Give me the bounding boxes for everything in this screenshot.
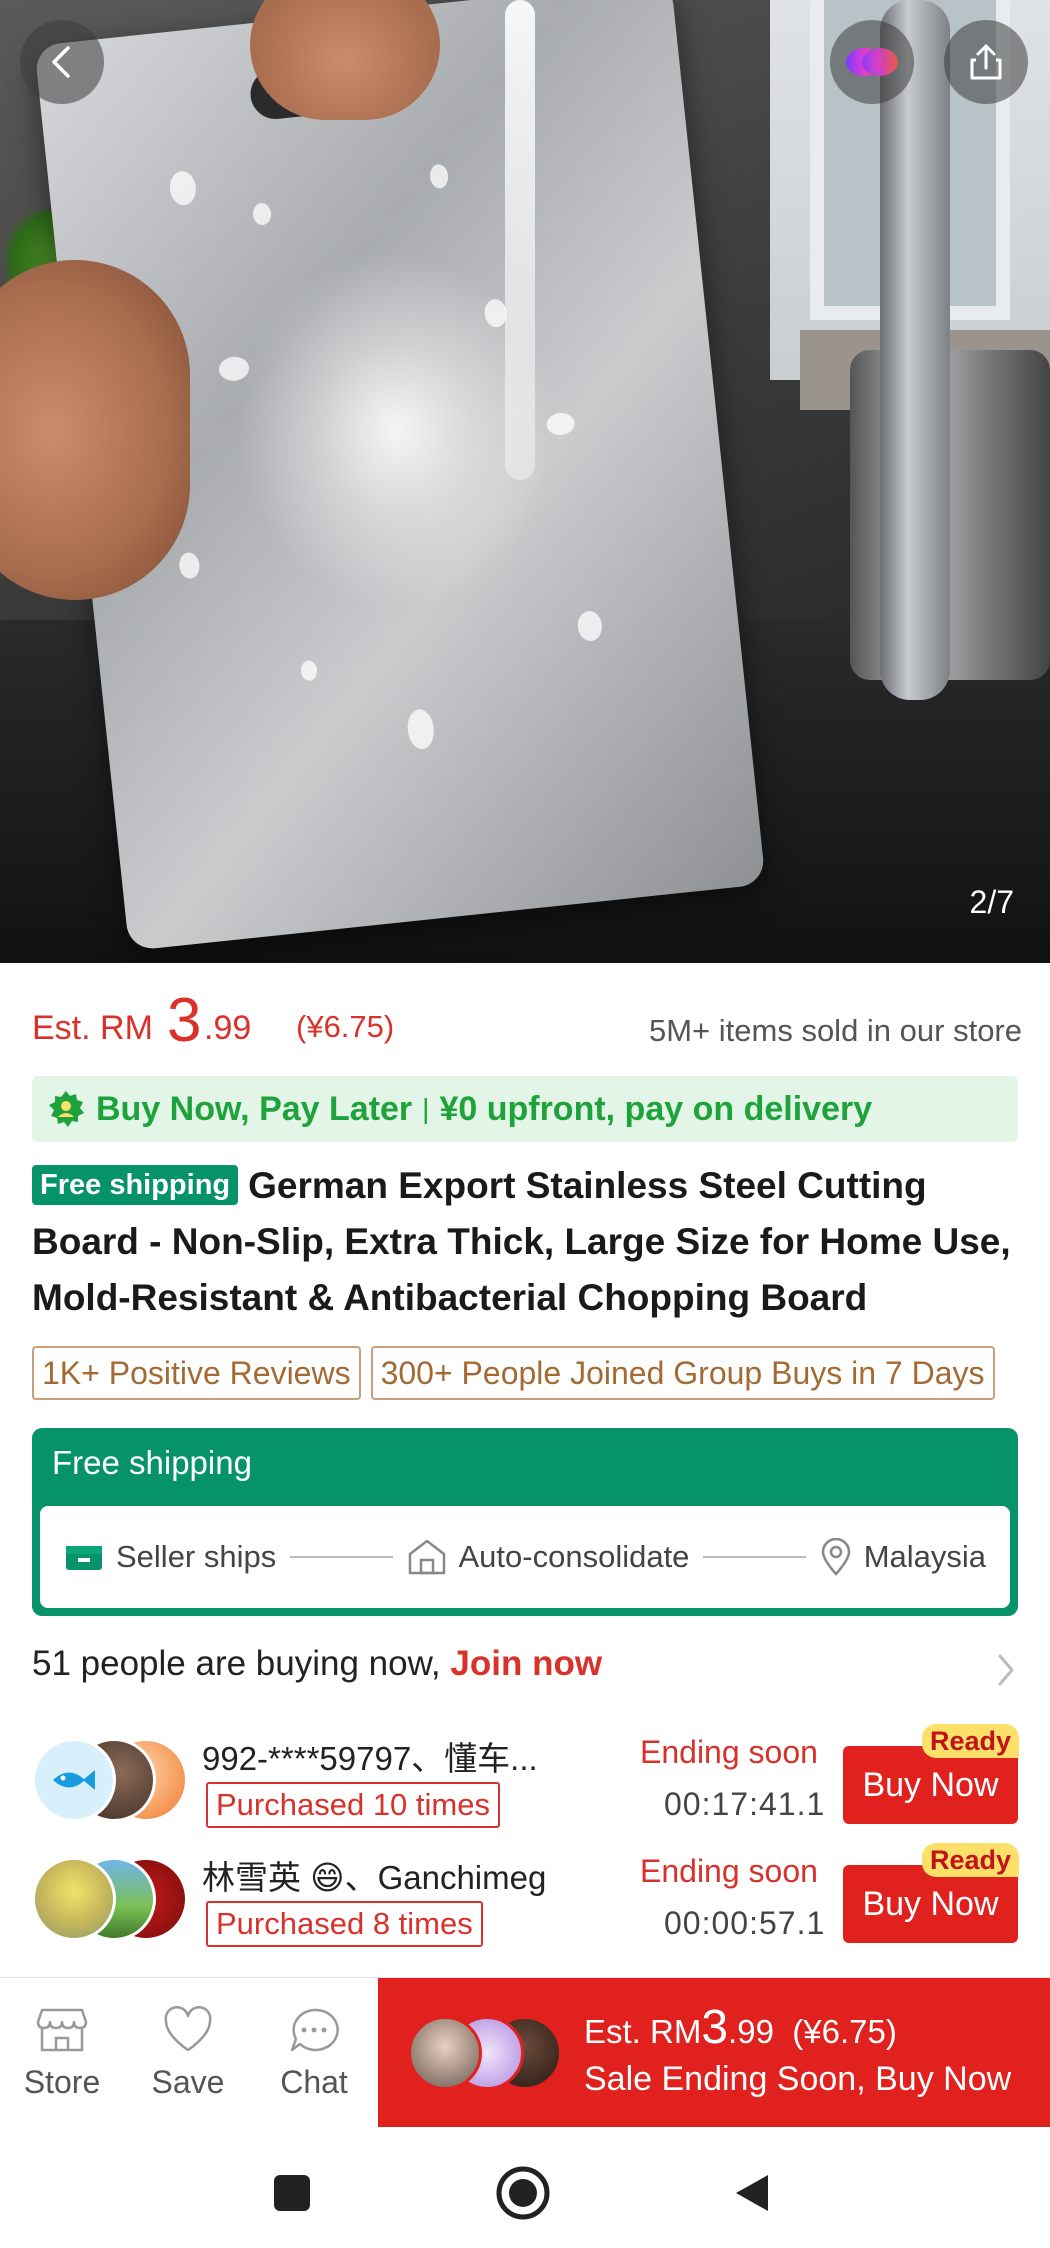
hand-top: [250, 0, 440, 120]
avatar: [32, 1738, 116, 1822]
shipping-step-label: Auto-consolidate: [458, 1539, 690, 1574]
chat-label: Chat: [280, 2063, 348, 2100]
chat-icon: [290, 2008, 339, 2051]
water-drop: [251, 202, 273, 226]
cta-avatars: [408, 2016, 568, 2092]
water-drop: [299, 659, 318, 682]
store-label: Store: [23, 2063, 101, 2100]
free-shipping-badge: Free shipping: [32, 1165, 239, 1205]
water-stream: [505, 0, 535, 480]
buy-now-cta[interactable]: Est. RM3.99 (¥6.75) Sale Ending Soon, Bu…: [378, 1978, 1050, 2128]
ready-badge: Ready: [922, 1724, 1020, 1758]
shipping-steps: Seller ships Auto-consolidate Malaysia: [40, 1506, 1010, 1608]
shipping-step-consolidate: Auto-consolidate: [407, 1538, 690, 1576]
location-icon: [821, 1538, 850, 1576]
group-avatars: [32, 1857, 192, 1941]
price-cny: (¥6.75): [296, 1009, 395, 1044]
group-buy-row[interactable]: 992-****59797、懂车... Purchased 10 times E…: [32, 1724, 1020, 1830]
product-image[interactable]: [0, 0, 1050, 963]
shipping-step-label: Seller ships: [116, 1539, 277, 1574]
recents-button[interactable]: [262, 2163, 322, 2223]
chevron-right-icon: [998, 1654, 1014, 1686]
tag-reviews[interactable]: 1K+ Positive Reviews: [32, 1346, 361, 1400]
price-decimal: .99: [204, 1009, 252, 1047]
home-button[interactable]: [493, 2163, 553, 2223]
cta-price-cny: (¥6.75): [792, 2013, 897, 2050]
purchase-count: Purchased 10 times: [206, 1782, 500, 1828]
bnpl-banner[interactable]: Buy Now, Pay Later | ¥0 upfront, pay on …: [32, 1076, 1018, 1142]
system-navigation-bar: [0, 2127, 1050, 2248]
store-sold-count: 5M+ items sold in our store: [648, 1013, 1022, 1048]
ai-assistant-icon: [846, 48, 898, 76]
heart-icon: [164, 2005, 212, 2051]
back-icon: [52, 46, 70, 78]
water-drop: [576, 609, 604, 643]
countdown-timer: 00:00:57.1: [664, 1905, 826, 1941]
shipping-step-destination: Malaysia: [820, 1538, 986, 1576]
recents-icon: [274, 2175, 310, 2211]
share-button[interactable]: [944, 20, 1028, 104]
join-now-link[interactable]: Join now: [450, 1644, 602, 1683]
bnpl-title: Buy Now, Pay Later: [96, 1089, 413, 1128]
water-drop: [428, 163, 450, 190]
shipping-connector: [703, 1556, 806, 1558]
avatar: [408, 2016, 482, 2090]
warehouse-icon: [408, 1539, 445, 1575]
water-drop: [178, 551, 201, 580]
hand-left: [0, 260, 190, 600]
shipping-card[interactable]: Free shipping Seller ships Auto-consolid…: [32, 1428, 1018, 1616]
purchase-count: Purchased 8 times: [206, 1901, 483, 1947]
buying-now-row[interactable]: 51 people are buying now, Join now: [32, 1644, 1018, 1694]
group-avatars: [32, 1738, 192, 1822]
truck-icon: [66, 1546, 102, 1570]
chat-button[interactable]: Chat: [254, 1978, 374, 2128]
faucet: [880, 0, 950, 700]
group-member-names: 林雪英 😄、Ganchimeg: [202, 1859, 547, 1896]
save-button[interactable]: Save: [128, 1978, 248, 2128]
group-buy-row[interactable]: 林雪英 😄、Ganchimeg Purchased 8 times Ending…: [32, 1843, 1020, 1949]
cta-price: Est. RM3.99 (¥6.75): [584, 2000, 897, 2055]
image-counter: 2/7: [969, 884, 1014, 920]
price-prefix: Est. RM: [32, 1009, 153, 1047]
price-integer: 3: [167, 986, 202, 1055]
tag-group-buys[interactable]: 300+ People Joined Group Buys in 7 Days: [370, 1346, 995, 1400]
bnpl-detail: ¥0 upfront, pay on delivery: [439, 1089, 873, 1128]
back-button[interactable]: [20, 20, 104, 104]
bnpl-icon: [49, 1091, 84, 1127]
ready-badge: Ready: [922, 1843, 1020, 1877]
store-button[interactable]: Store: [2, 1978, 122, 2128]
cta-price-decimal: .99: [728, 2013, 774, 2050]
home-icon: [496, 2166, 550, 2220]
share-icon: [970, 44, 1002, 80]
bnpl-separator: |: [422, 1093, 430, 1124]
water-drop: [405, 708, 436, 751]
water-drop: [168, 169, 198, 207]
ending-soon-label: Ending soon: [640, 1734, 818, 1770]
shipping-step-seller: Seller ships: [64, 1539, 276, 1575]
avatar: [32, 1857, 116, 1941]
countdown-timer: 00:17:41.1: [664, 1786, 826, 1822]
ai-assistant-button[interactable]: [830, 20, 914, 104]
shipping-step-label: Malaysia: [863, 1539, 987, 1574]
product-tags: 1K+ Positive Reviews 300+ People Joined G…: [32, 1346, 1050, 1400]
product-title: Free shipping German Export Stainless Ste…: [32, 1158, 1022, 1326]
back-nav-icon: [736, 2175, 768, 2211]
save-label: Save: [151, 2063, 225, 2100]
bottom-action-bar: Store Save Chat Est. RM3.99 (¥6.75) Sale…: [0, 1977, 1050, 2128]
cta-message: Sale Ending Soon, Buy Now: [584, 2060, 1012, 2098]
shipping-title: Free shipping: [52, 1444, 252, 1481]
shipping-connector: [290, 1556, 393, 1558]
cta-price-prefix: Est. RM: [584, 2013, 702, 2050]
cta-price-integer: 3: [701, 2001, 729, 2054]
ending-soon-label: Ending soon: [640, 1853, 818, 1889]
group-member-names: 992-****59797、懂车...: [202, 1740, 538, 1777]
store-icon: [36, 2008, 88, 2051]
price-row: Est. RM 3 .99 (¥6.75) 5M+ items sold in …: [32, 985, 1032, 1055]
fish-icon: [53, 1770, 95, 1790]
buying-now-text: 51 people are buying now,: [32, 1644, 451, 1683]
back-nav-button[interactable]: [722, 2163, 782, 2223]
